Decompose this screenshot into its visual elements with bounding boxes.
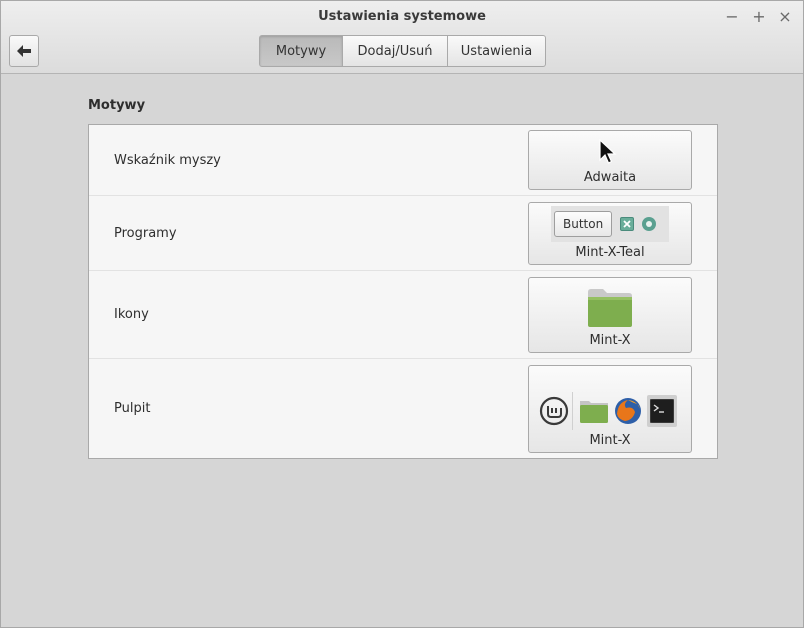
section-title: Motywy	[88, 98, 146, 113]
mint-logo-icon	[535, 392, 573, 430]
gtk-theme-button[interactable]: Button Mint-X-Teal	[528, 202, 692, 265]
mouse-cursor-icon	[599, 139, 617, 164]
tab-ustawienia[interactable]: Ustawienia	[448, 35, 546, 67]
settings-window: Ustawienia systemowe − + × Motywy Dodaj/…	[0, 0, 804, 628]
theme-row-icons: Ikony Mint-X	[89, 271, 717, 359]
tab-switcher: Motywy Dodaj/Usuń Ustawienia	[259, 35, 546, 67]
row-label: Wskaźnik myszy	[114, 153, 221, 168]
folder-icon	[580, 401, 608, 423]
minimize-button[interactable]: −	[721, 5, 743, 27]
close-button[interactable]: ×	[774, 5, 796, 27]
theme-name: Mint-X	[589, 433, 631, 448]
firefox-icon	[615, 398, 641, 424]
theme-name: Mint-X-Teal	[575, 245, 645, 260]
desktop-theme-button[interactable]: Mint-X	[528, 365, 692, 453]
theme-row-programs: Programy Button Mint-X-Teal	[89, 196, 717, 271]
panel-preview	[535, 392, 681, 430]
back-button[interactable]	[9, 35, 39, 67]
tab-dodaj-usun[interactable]: Dodaj/Usuń	[343, 35, 448, 67]
panel-launchers	[573, 392, 681, 430]
maximize-button[interactable]: +	[748, 5, 770, 27]
header-bar: Ustawienia systemowe − + × Motywy Dodaj/…	[1, 1, 803, 74]
folder-icon	[588, 289, 632, 327]
arrow-left-icon	[17, 45, 31, 57]
radio-icon	[642, 217, 657, 231]
row-label: Ikony	[114, 307, 149, 322]
theme-row-cursor: Wskaźnik myszy Adwaita	[89, 125, 717, 196]
window-title: Ustawienia systemowe	[318, 9, 486, 24]
icon-theme-button[interactable]: Mint-X	[528, 277, 692, 353]
preview-button: Button	[554, 211, 613, 237]
gtk-preview: Button	[551, 206, 669, 242]
theme-row-desktop: Pulpit Mint-X	[89, 359, 717, 459]
theme-name: Mint-X	[589, 333, 631, 348]
tab-motywy[interactable]: Motywy	[259, 35, 343, 67]
row-label: Pulpit	[114, 401, 151, 416]
themes-list: Wskaźnik myszy Adwaita Programy Button M…	[88, 124, 718, 459]
terminal-icon	[647, 395, 677, 427]
cursor-theme-button[interactable]: Adwaita	[528, 130, 692, 190]
theme-name: Adwaita	[583, 170, 637, 185]
checkbox-icon	[620, 217, 635, 231]
row-label: Programy	[114, 226, 177, 241]
